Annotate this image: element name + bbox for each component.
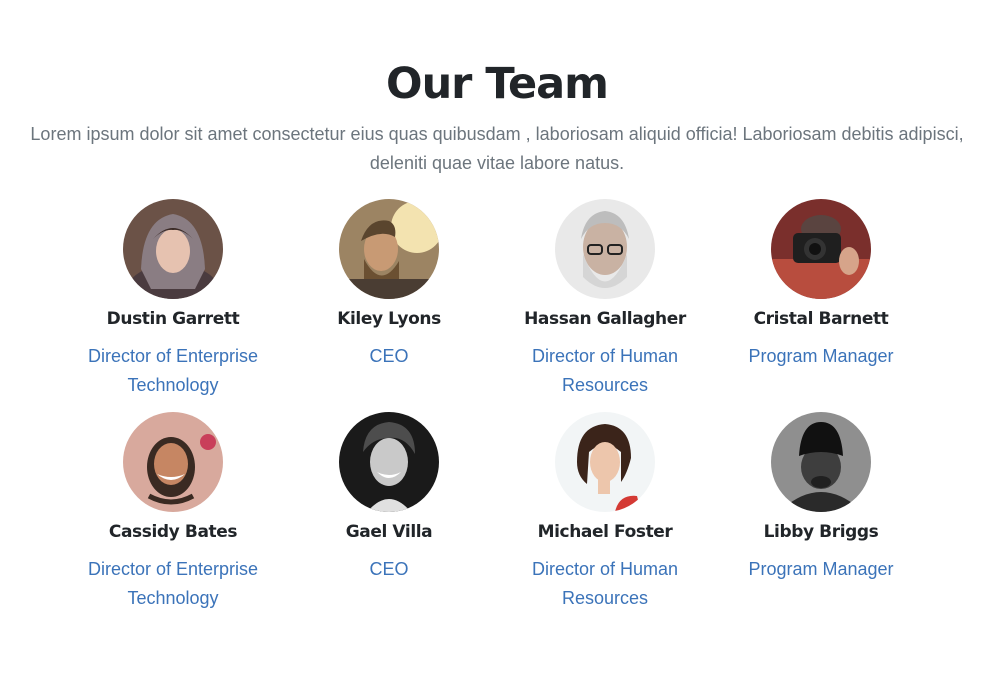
team-member-card: Dustin Garrett Director of Enterprise Te… bbox=[65, 199, 281, 412]
member-name: Cristal Barnett bbox=[753, 309, 889, 329]
member-name: Hassan Gallagher bbox=[524, 309, 686, 329]
avatar bbox=[123, 199, 223, 299]
member-name: Kiley Lyons bbox=[337, 309, 441, 329]
member-role-link[interactable]: Director of Enterprise Technology bbox=[73, 342, 273, 400]
member-name: Dustin Garrett bbox=[106, 309, 240, 329]
team-member-card: Cristal Barnett Program Manager bbox=[713, 199, 929, 412]
avatar bbox=[555, 412, 655, 512]
member-name: Gael Villa bbox=[345, 522, 433, 542]
avatar bbox=[123, 412, 223, 512]
page-title: Our Team bbox=[386, 59, 609, 109]
member-name: Michael Foster bbox=[537, 522, 673, 542]
member-role-link[interactable]: Director of Human Resources bbox=[505, 555, 705, 613]
member-role-link[interactable]: CEO bbox=[289, 555, 489, 584]
team-member-card: Cassidy Bates Director of Enterprise Tec… bbox=[65, 412, 281, 625]
team-member-card: Michael Foster Director of Human Resourc… bbox=[497, 412, 713, 625]
team-section: Our Team Lorem ipsum dolor sit amet cons… bbox=[0, 0, 994, 683]
team-member-card: Kiley Lyons CEO bbox=[281, 199, 497, 412]
avatar bbox=[339, 199, 439, 299]
member-role-link[interactable]: Director of Human Resources bbox=[505, 342, 705, 400]
member-role-link[interactable]: Director of Enterprise Technology bbox=[73, 555, 273, 613]
team-member-card: Gael Villa CEO bbox=[281, 412, 497, 625]
team-member-card: Hassan Gallagher Director of Human Resou… bbox=[497, 199, 713, 412]
avatar bbox=[771, 412, 871, 512]
avatar bbox=[339, 412, 439, 512]
member-role-link[interactable]: CEO bbox=[289, 342, 489, 371]
member-role-link[interactable]: Program Manager bbox=[721, 342, 921, 371]
member-name: Cassidy Bates bbox=[108, 522, 238, 542]
member-name: Libby Briggs bbox=[763, 522, 879, 542]
team-member-card: Libby Briggs Program Manager bbox=[713, 412, 929, 625]
member-role-link[interactable]: Program Manager bbox=[721, 555, 921, 584]
page-subtitle: Lorem ipsum dolor sit amet consectetur e… bbox=[30, 124, 964, 173]
team-grid: Dustin Garrett Director of Enterprise Te… bbox=[65, 199, 929, 625]
avatar bbox=[555, 199, 655, 299]
avatar bbox=[771, 199, 871, 299]
